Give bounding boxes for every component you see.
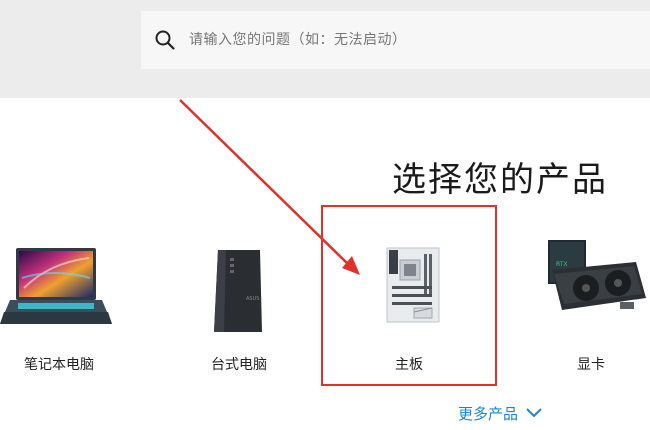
section-title: 选择您的产品 bbox=[392, 160, 608, 200]
more-products-label: 更多产品 bbox=[458, 404, 519, 423]
product-label-desktop: 台式电脑 bbox=[211, 357, 267, 373]
graphics-card-icon: RTX bbox=[548, 240, 646, 310]
desktop-tower-icon: ASUS bbox=[214, 250, 262, 332]
search-input[interactable] bbox=[189, 11, 639, 69]
svg-text:RTX: RTX bbox=[556, 261, 568, 268]
laptop-icon bbox=[0, 248, 112, 324]
highlight-box bbox=[321, 205, 497, 386]
product-desktop[interactable]: ASUS 台式电脑 bbox=[174, 228, 304, 378]
more-products-link[interactable]: 更多产品 bbox=[458, 402, 542, 424]
product-label-graphics-card: 显卡 bbox=[577, 357, 605, 373]
product-label-laptop: 笔记本电脑 bbox=[24, 357, 94, 373]
product-laptop[interactable]: 笔记本电脑 bbox=[0, 228, 124, 378]
search-box[interactable] bbox=[141, 11, 650, 69]
svg-text:ASUS: ASUS bbox=[246, 296, 259, 302]
chevron-down-icon bbox=[526, 408, 542, 418]
product-graphics-card[interactable]: RTX 显卡 bbox=[526, 228, 650, 378]
search-icon[interactable] bbox=[154, 29, 176, 51]
